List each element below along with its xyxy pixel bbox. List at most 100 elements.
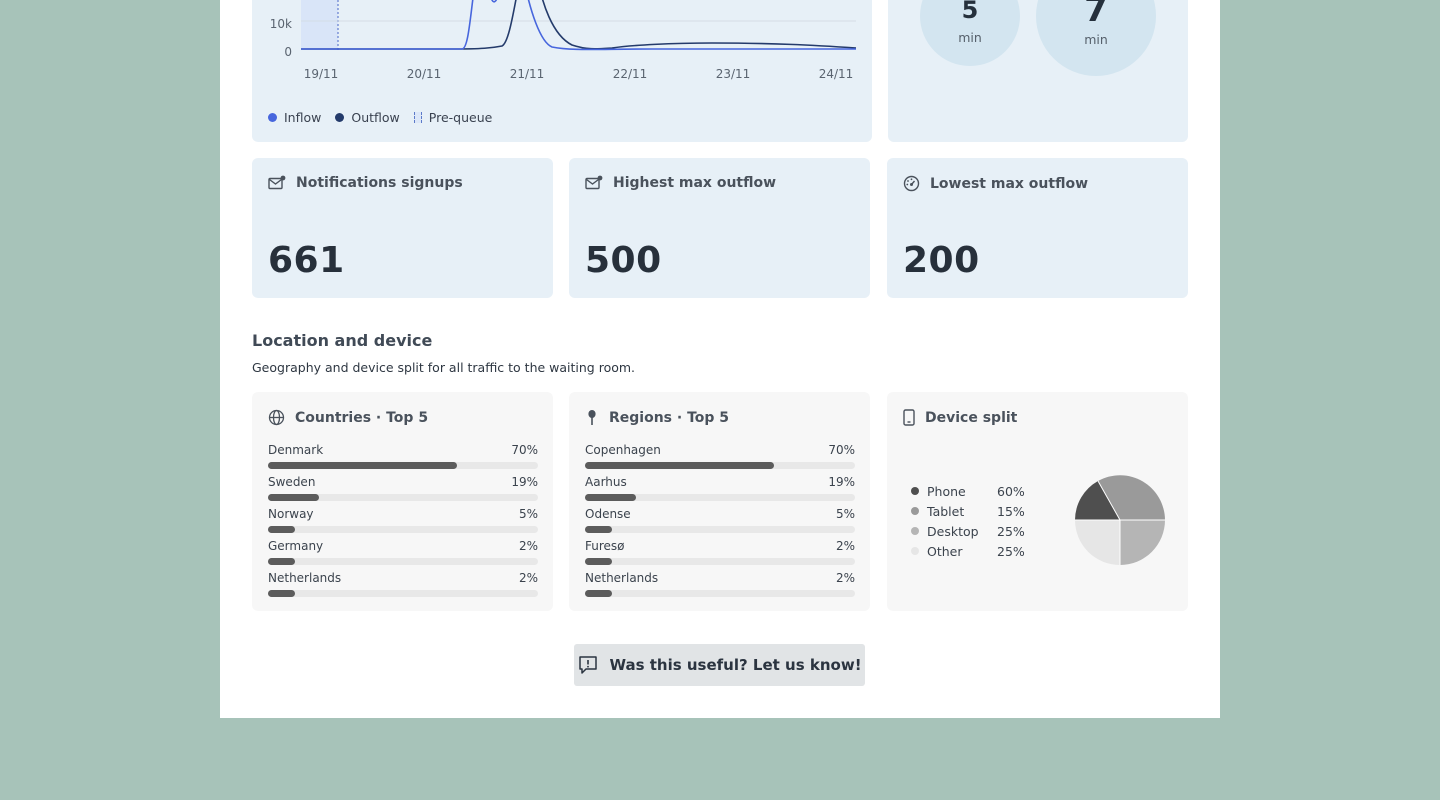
bar-track [268, 462, 538, 469]
stat-value: 200 [903, 240, 980, 281]
stat-card-header: Highest max outflow [585, 175, 776, 191]
bar-track [268, 526, 538, 533]
pie-slice-other [1075, 520, 1120, 565]
stat-card-highest-outflow: Highest max outflow 500 [569, 158, 870, 298]
bar-fill [585, 558, 612, 565]
device-split-title: Device split [925, 409, 1018, 426]
bar-fill [268, 558, 295, 565]
bar-label: Odense [585, 507, 631, 521]
wait-time-circle: 7 min [1036, 0, 1156, 76]
legend-prequeue[interactable]: Pre-queue [413, 110, 493, 125]
section-title: Location and device [252, 331, 433, 350]
bar-label: Sweden [268, 475, 316, 489]
section-subtitle: Geography and device split for all traff… [252, 360, 636, 375]
stat-label: Notifications signups [296, 175, 463, 191]
phone-icon [903, 409, 915, 426]
regions-header: Regions · Top 5 [585, 409, 729, 426]
device-split-card: Device split Phone 60% Tablet 15% Deskto… [887, 392, 1188, 611]
bar-fill [268, 494, 320, 501]
bar-pct: 5% [518, 507, 538, 521]
bar-pct: 2% [835, 571, 855, 585]
flow-chart-card: 10k 0 20k 19/11 20/11 21/11 22/11 23/11 … [252, 0, 872, 142]
wait-time-circle: 5 min [920, 0, 1020, 66]
legend-dot-icon [911, 547, 919, 555]
stat-label: Highest max outflow [613, 175, 777, 191]
device-pct: 25% [997, 543, 1025, 559]
device-pct: 60% [997, 483, 1025, 499]
wait-time-card: 5 min 7 min [888, 0, 1188, 142]
bar-label: Netherlands [268, 571, 342, 585]
bar-pct: 19% [828, 475, 855, 489]
bar-track [585, 462, 855, 469]
x-tick-label: 21/11 [510, 67, 545, 81]
prequeue-swatch-icon [413, 112, 422, 123]
bar-label: Norway [268, 507, 314, 521]
wait-time-value: 7 [1084, 0, 1108, 30]
mail-notification-icon [585, 175, 603, 191]
legend-dot-icon [911, 527, 919, 535]
countries-card: Countries · Top 5 Denmark 70% Sweden 19% Nor… [252, 392, 553, 611]
bar-fill [268, 526, 295, 533]
device-legend-item: Phone 60% [911, 482, 1031, 500]
device-pct: 25% [997, 523, 1025, 539]
x-tick-label: 23/11 [716, 67, 751, 81]
mail-notification-icon [268, 175, 286, 191]
legend-inflow[interactable]: Inflow [268, 110, 321, 125]
bar-fill [585, 526, 612, 533]
x-tick-label: 22/11 [613, 67, 648, 81]
stat-value: 500 [585, 240, 662, 281]
device-label: Other [927, 543, 963, 559]
bar-label: Denmark [268, 443, 324, 457]
legend-inflow-label: Inflow [284, 110, 322, 125]
x-tick-label: 24/11 [819, 67, 854, 81]
bar-pct: 5% [835, 507, 855, 521]
gauge-icon [903, 175, 920, 192]
bar-pct: 70% [511, 443, 538, 457]
bar-pct: 2% [518, 539, 538, 553]
wait-time-unit: min [1084, 32, 1108, 47]
bar-track [585, 590, 855, 597]
prequeue-region [301, 0, 338, 50]
globe-icon [268, 409, 285, 426]
feedback-button[interactable]: Was this useful? Let us know! [574, 644, 865, 686]
dashboard-page: 10k 0 20k 19/11 20/11 21/11 22/11 23/11 … [220, 0, 1220, 718]
device-pie-chart [1075, 475, 1165, 565]
stat-card-header: Lowest max outflow [903, 175, 1088, 192]
device-label: Desktop [927, 523, 979, 539]
regions-card: Regions · Top 5 Copenhagen 70% Aarhus 19% Od… [569, 392, 870, 611]
wait-time-value: 5 [961, 0, 979, 24]
countries-header: Countries · Top 5 [268, 409, 428, 426]
stat-card-notifications: Notifications signups 661 [252, 158, 553, 298]
bar-track [268, 590, 538, 597]
legend-outflow[interactable]: Outflow [335, 110, 400, 125]
pie-slice-desktop [1120, 520, 1165, 565]
device-legend-item: Tablet 15% [911, 502, 1031, 520]
regions-title: Regions · Top 5 [609, 409, 730, 426]
y-tick-label: 0 [284, 45, 292, 59]
device-label: Phone [927, 483, 966, 499]
bar-track [585, 494, 855, 501]
bar-track [268, 494, 538, 501]
device-legend-item: Desktop 25% [911, 522, 1031, 540]
inflow-line [301, 0, 856, 51]
feedback-label: Was this useful? Let us know! [609, 656, 862, 674]
legend-outflow-label: Outflow [351, 110, 400, 125]
legend-dot-icon [911, 507, 919, 515]
bar-fill [585, 494, 637, 501]
stat-card-header: Notifications signups [268, 175, 463, 191]
y-tick-label-top: 20k [270, 0, 292, 3]
stat-value: 661 [268, 240, 345, 281]
outflow-dot-icon [335, 113, 345, 122]
map-pin-icon [585, 409, 599, 426]
bar-track [585, 526, 855, 533]
bar-pct: 2% [835, 539, 855, 553]
bar-label: Netherlands [585, 571, 659, 585]
x-tick-label: 19/11 [304, 67, 339, 81]
device-split-header: Device split [903, 409, 1017, 426]
bar-pct: 2% [518, 571, 538, 585]
bar-label: Furesø [585, 539, 625, 553]
bar-fill [585, 590, 612, 597]
legend-prequeue-label: Pre-queue [428, 110, 493, 125]
bar-label: Germany [268, 539, 324, 553]
outflow-line [301, 0, 857, 50]
